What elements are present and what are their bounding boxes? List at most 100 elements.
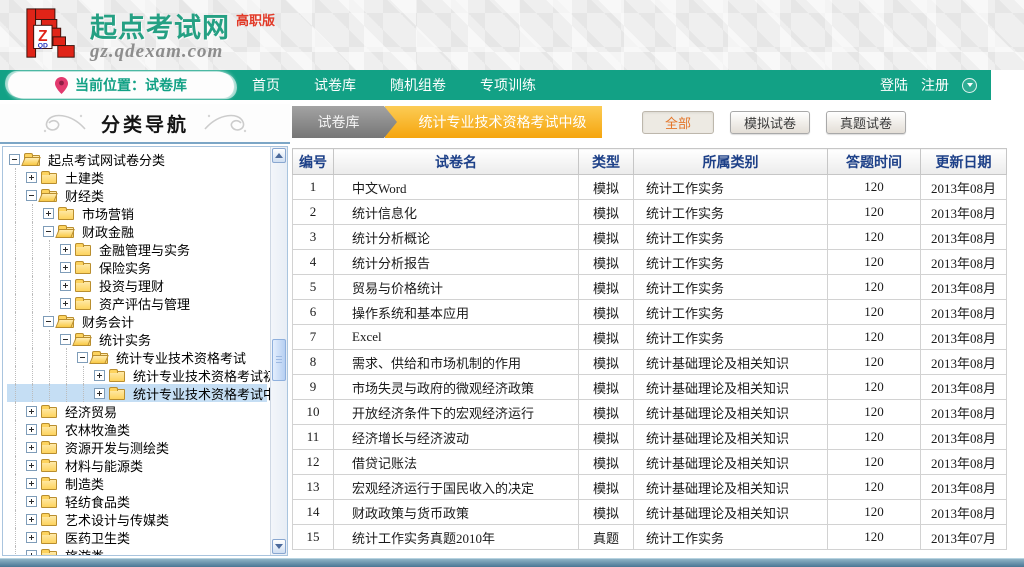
exam-name[interactable]: 经济增长与经济波动 xyxy=(334,425,579,450)
site-logo[interactable]: Z QD 起点考试网 高职版 gz.qdexam.com xyxy=(24,5,275,63)
tree-item-label[interactable]: 财经类 xyxy=(61,186,108,205)
collapse-toggle-icon[interactable] xyxy=(9,154,20,165)
exam-name[interactable]: 需求、供给和市场机制的作用 xyxy=(334,350,579,375)
tree-item-label[interactable]: 起点考试网试卷分类 xyxy=(44,150,169,169)
tree-item-label[interactable]: 保险实务 xyxy=(95,258,155,277)
exam-name[interactable]: 统计工作实务真题2010年 xyxy=(334,525,579,550)
filter-button-1[interactable]: 全部 xyxy=(642,111,714,134)
expand-toggle-icon[interactable] xyxy=(26,496,37,507)
exam-name[interactable]: 财政政策与货币政策 xyxy=(334,500,579,525)
exam-name[interactable]: 借贷记账法 xyxy=(334,450,579,475)
tree-item[interactable]: 资产评估与管理 xyxy=(7,294,267,312)
tree-item[interactable]: 农林牧渔类 xyxy=(7,420,267,438)
tree-item[interactable]: 制造类 xyxy=(7,474,267,492)
exam-name[interactable]: 市场失灵与政府的微观经济政策 xyxy=(334,375,579,400)
nav-item-2[interactable]: 试卷库 xyxy=(314,75,356,95)
tree-item-label[interactable]: 统计实务 xyxy=(95,330,155,349)
tree-item[interactable]: 医药卫生类 xyxy=(7,528,267,546)
nav-item-3[interactable]: 随机组卷 xyxy=(390,75,446,95)
tree-item[interactable]: 统计实务 xyxy=(7,330,267,348)
tree-item-label[interactable]: 投资与理财 xyxy=(95,276,168,295)
tree-item-label[interactable]: 经济贸易 xyxy=(61,402,121,421)
expand-toggle-icon[interactable] xyxy=(26,406,37,417)
exam-name[interactable]: 统计分析报告 xyxy=(334,250,579,275)
expand-toggle-icon[interactable] xyxy=(94,388,105,399)
tree-item-label[interactable]: 金融管理与实务 xyxy=(95,240,194,259)
tree-item-label[interactable]: 市场营销 xyxy=(78,204,138,223)
tree-item[interactable]: 投资与理财 xyxy=(7,276,267,294)
tree-item-label[interactable]: 旅游类 xyxy=(61,546,108,557)
tree-item-label[interactable]: 统计专业技术资格考试 xyxy=(112,348,250,367)
scroll-up-button[interactable] xyxy=(272,148,286,163)
login-link[interactable]: 登陆 xyxy=(880,75,908,95)
tree-item-label[interactable]: 农林牧渔类 xyxy=(61,420,134,439)
collapse-toggle-icon[interactable] xyxy=(60,334,71,345)
exam-name[interactable]: 统计信息化 xyxy=(334,200,579,225)
expand-toggle-icon[interactable] xyxy=(26,478,37,489)
tree-item[interactable]: 统计专业技术资格考试中级 xyxy=(7,384,267,402)
tree-item[interactable]: 艺术设计与传媒类 xyxy=(7,510,267,528)
filter-button-3[interactable]: 真题试卷 xyxy=(826,111,906,134)
tree-item-label[interactable]: 资源开发与测绘类 xyxy=(61,438,173,457)
collapse-toggle-icon[interactable] xyxy=(26,190,37,201)
tree-item-label[interactable]: 财务会计 xyxy=(78,312,138,331)
exam-name[interactable]: 宏观经济运行于国民收入的决定 xyxy=(334,475,579,500)
filter-button-2[interactable]: 模拟试卷 xyxy=(730,111,810,134)
tree-item[interactable]: 金融管理与实务 xyxy=(7,240,267,258)
tree-item[interactable]: 统计专业技术资格考试初级 xyxy=(7,366,267,384)
tree-item-label[interactable]: 资产评估与管理 xyxy=(95,294,194,313)
expand-toggle-icon[interactable] xyxy=(60,262,71,273)
tree-item-label[interactable]: 财政金融 xyxy=(78,222,138,241)
tree-item[interactable]: 旅游类 xyxy=(7,546,267,556)
exam-name[interactable]: Excel xyxy=(334,325,579,350)
tree-item[interactable]: 财政金融 xyxy=(7,222,267,240)
tree-item-label[interactable]: 统计专业技术资格考试初级 xyxy=(129,366,288,385)
tree-item-label[interactable]: 医药卫生类 xyxy=(61,528,134,547)
expand-toggle-icon[interactable] xyxy=(60,244,71,255)
dropdown-arrow-icon[interactable] xyxy=(962,78,977,93)
expand-toggle-icon[interactable] xyxy=(60,280,71,291)
expand-toggle-icon[interactable] xyxy=(26,172,37,183)
tree-item[interactable]: 土建类 xyxy=(7,168,267,186)
exam-name[interactable]: 开放经济条件下的宏观经济运行 xyxy=(334,400,579,425)
tree-item-label[interactable]: 制造类 xyxy=(61,474,108,493)
tree-item-label[interactable]: 材料与能源类 xyxy=(61,456,147,475)
expand-toggle-icon[interactable] xyxy=(60,298,71,309)
tree-item[interactable]: 统计专业技术资格考试 xyxy=(7,348,267,366)
nav-item-1[interactable]: 首页 xyxy=(252,75,280,95)
nav-item-4[interactable]: 专项训练 xyxy=(480,75,536,95)
tree-item[interactable]: 财经类 xyxy=(7,186,267,204)
scroll-down-button[interactable] xyxy=(272,539,286,554)
tree-item[interactable]: 轻纺食品类 xyxy=(7,492,267,510)
expand-toggle-icon[interactable] xyxy=(26,460,37,471)
exam-name[interactable]: 统计分析概论 xyxy=(334,225,579,250)
expand-toggle-icon[interactable] xyxy=(94,370,105,381)
tree-item[interactable]: 起点考试网试卷分类 xyxy=(7,150,267,168)
collapse-toggle-icon[interactable] xyxy=(43,316,54,327)
tree-item-label[interactable]: 统计专业技术资格考试中级 xyxy=(129,384,288,403)
breadcrumb-root-tab[interactable]: 试卷库 xyxy=(292,106,397,138)
register-link[interactable]: 注册 xyxy=(921,75,949,95)
scrollbar-thumb[interactable] xyxy=(272,339,286,381)
collapse-toggle-icon[interactable] xyxy=(77,352,88,363)
collapse-toggle-icon[interactable] xyxy=(43,226,54,237)
expand-toggle-icon[interactable] xyxy=(43,208,54,219)
tree-item[interactable]: 保险实务 xyxy=(7,258,267,276)
tree-item[interactable]: 财务会计 xyxy=(7,312,267,330)
expand-toggle-icon[interactable] xyxy=(26,514,37,525)
tree-scrollbar[interactable] xyxy=(270,147,287,555)
tree-item[interactable]: 材料与能源类 xyxy=(7,456,267,474)
tree-item[interactable]: 市场营销 xyxy=(7,204,267,222)
expand-toggle-icon[interactable] xyxy=(26,532,37,543)
exam-name[interactable]: 中文Word xyxy=(334,175,579,200)
exam-name[interactable]: 贸易与价格统计 xyxy=(334,275,579,300)
tree-item-label[interactable]: 艺术设计与传媒类 xyxy=(61,510,173,529)
tree-item-label[interactable]: 土建类 xyxy=(61,168,108,187)
expand-toggle-icon[interactable] xyxy=(26,550,37,557)
tree-item[interactable]: 资源开发与测绘类 xyxy=(7,438,267,456)
tree-item-label[interactable]: 轻纺食品类 xyxy=(61,492,134,511)
expand-toggle-icon[interactable] xyxy=(26,424,37,435)
exam-name[interactable]: 操作系统和基本应用 xyxy=(334,300,579,325)
expand-toggle-icon[interactable] xyxy=(26,442,37,453)
tree-item[interactable]: 经济贸易 xyxy=(7,402,267,420)
